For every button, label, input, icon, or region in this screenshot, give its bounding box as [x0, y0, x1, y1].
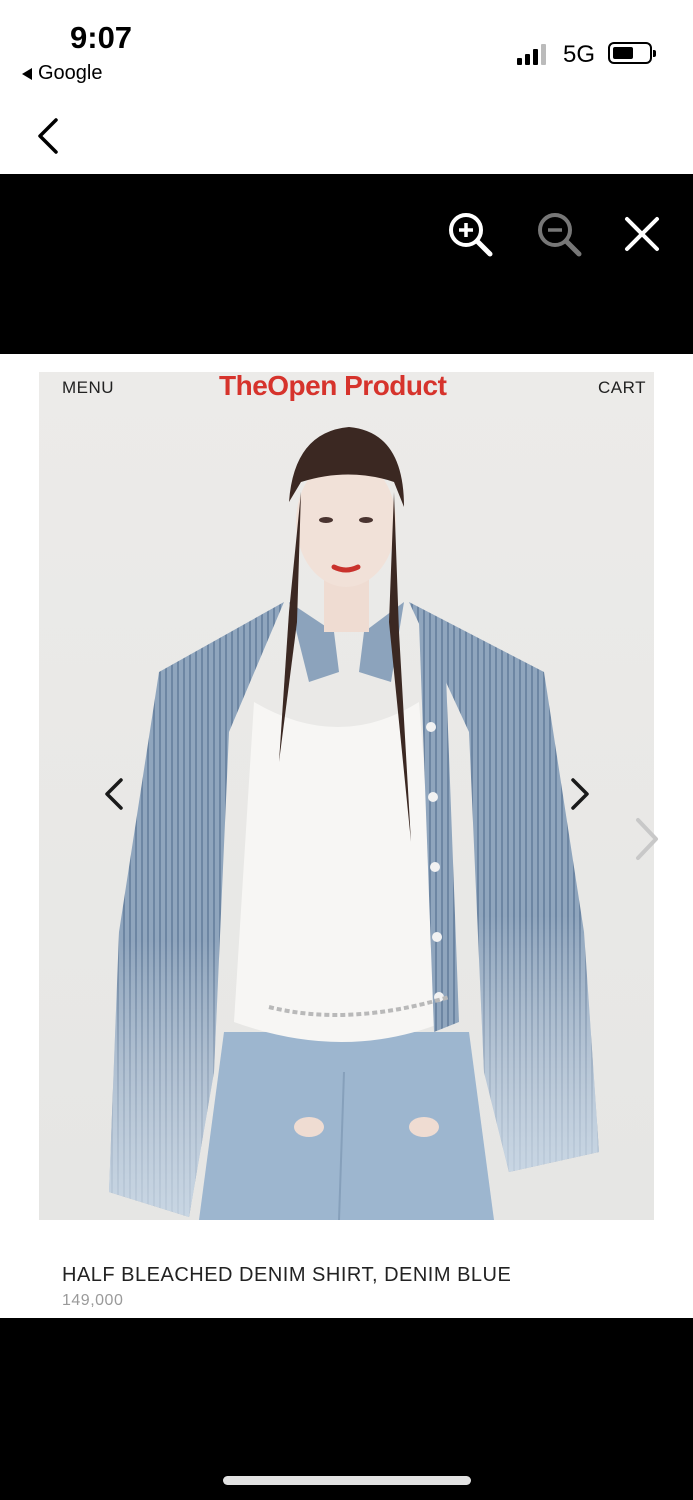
- nav-bar: [0, 100, 693, 174]
- close-icon: [625, 217, 659, 251]
- product-title: HALF BLEACHED DENIM SHIRT, DENIM BLUE: [62, 1264, 512, 1286]
- network-label: 5G: [563, 41, 596, 68]
- back-app-label: Google: [38, 62, 103, 84]
- carousel-prev-button[interactable]: [95, 774, 135, 814]
- site-menu-link[interactable]: MENU: [62, 378, 114, 398]
- zoom-out-icon: [538, 213, 582, 257]
- status-time: 9:07: [70, 20, 133, 55]
- page-next-button[interactable]: [628, 814, 664, 864]
- site-cart-link[interactable]: CART: [598, 378, 646, 398]
- product-price: 149,000: [62, 1292, 124, 1309]
- product-photo: MENU TheOpen Product CART: [39, 372, 654, 1220]
- site-logo[interactable]: TheOpen Product: [219, 372, 447, 402]
- signal-icon: [517, 44, 546, 65]
- chevron-left-icon: [38, 118, 58, 154]
- zoom-in-icon: [449, 213, 493, 257]
- nav-back-button[interactable]: [32, 114, 72, 158]
- chevron-left-icon: [105, 778, 123, 810]
- close-button[interactable]: [618, 210, 670, 262]
- carousel-next-button[interactable]: [559, 774, 599, 814]
- home-indicator[interactable]: [223, 1476, 471, 1485]
- back-triangle-icon: [22, 67, 32, 80]
- zoom-out-button[interactable]: [535, 210, 587, 262]
- captured-page: MENU TheOpen Product CART HALF BLEACHED …: [0, 354, 693, 1318]
- zoom-in-button[interactable]: [446, 210, 498, 262]
- back-to-app-link[interactable]: Google: [22, 62, 103, 85]
- image-viewer-toolbar: [0, 174, 693, 354]
- status-bar: 9:07 Google 5G: [0, 0, 693, 100]
- battery-icon: [608, 42, 656, 64]
- chevron-right-icon: [636, 818, 658, 860]
- chevron-right-icon: [571, 778, 589, 810]
